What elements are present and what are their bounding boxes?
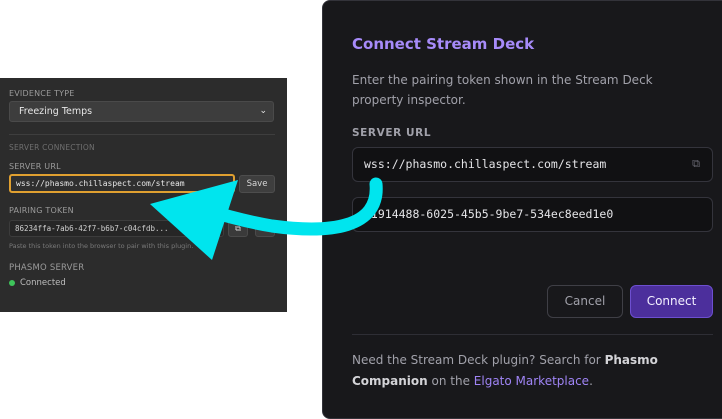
status-text: Connected xyxy=(20,278,66,288)
server-url-value: wss://phasmo.chillaspect.com/stream xyxy=(364,157,607,171)
elgato-marketplace-link[interactable]: Elgato Marketplace xyxy=(474,374,589,388)
connection-status: Connected xyxy=(9,278,66,288)
copy-token-button[interactable]: ⧉ xyxy=(228,220,248,237)
regenerate-token-button[interactable]: ↻ xyxy=(255,220,275,237)
evidence-type-value: Freezing Temps xyxy=(19,106,93,117)
server-url-label: SERVER URL xyxy=(352,127,432,139)
dialog-title: Connect Stream Deck xyxy=(352,35,535,53)
divider xyxy=(9,134,275,135)
refresh-icon: ↻ xyxy=(261,224,269,233)
pairing-hint: Paste this token into the browser to pai… xyxy=(9,242,194,250)
divider xyxy=(352,334,713,335)
phasmo-server-label: PHASMO SERVER xyxy=(9,263,85,273)
chevron-down-icon: ⌄ xyxy=(259,106,267,116)
copy-icon: ⧉ xyxy=(235,224,241,233)
dialog-footer: Need the Stream Deck plugin? Search for … xyxy=(352,350,697,392)
cancel-button[interactable]: Cancel xyxy=(547,285,623,318)
evidence-type-label: EVIDENCE TYPE xyxy=(9,89,75,98)
server-url-field[interactable]: wss://phasmo.chillaspect.com/stream ⧉ xyxy=(352,147,713,182)
server-url-label: SERVER URL xyxy=(9,162,61,171)
copy-icon[interactable]: ⧉ xyxy=(692,157,700,171)
pairing-token-field[interactable]: 86234ffa-7ab6-42f7-b6b7-c04cfdb... xyxy=(9,220,224,237)
footer-text-3: . xyxy=(589,374,593,388)
footer-text: Need the Stream Deck plugin? Search for xyxy=(352,353,605,367)
connect-button[interactable]: Connect xyxy=(630,285,713,318)
status-dot-icon xyxy=(9,279,15,286)
pairing-token-input[interactable]: 61914488-6025-45b5-9be7-534ec8eed1e0 xyxy=(352,197,713,232)
footer-text-2: on the xyxy=(427,374,474,388)
save-button[interactable]: Save xyxy=(239,175,275,193)
footer-plugin-name-2: Companion xyxy=(352,374,428,388)
server-url-input[interactable]: wss://phasmo.chillaspect.com/stream xyxy=(9,174,235,193)
pairing-token-label: PAIRING TOKEN xyxy=(9,206,74,215)
connect-dialog: Connect Stream Deck Enter the pairing to… xyxy=(322,0,722,419)
evidence-type-select[interactable]: Freezing Temps ⌄ xyxy=(9,101,274,122)
footer-plugin-name: Phasmo xyxy=(604,353,658,367)
property-inspector: EVIDENCE TYPE Freezing Temps ⌄ SERVER CO… xyxy=(0,78,287,312)
server-connection-label: SERVER CONNECTION xyxy=(9,143,95,152)
pairing-token-value: 61914488-6025-45b5-9be7-534ec8eed1e0 xyxy=(364,207,614,221)
dialog-description: Enter the pairing token shown in the Str… xyxy=(352,73,653,107)
